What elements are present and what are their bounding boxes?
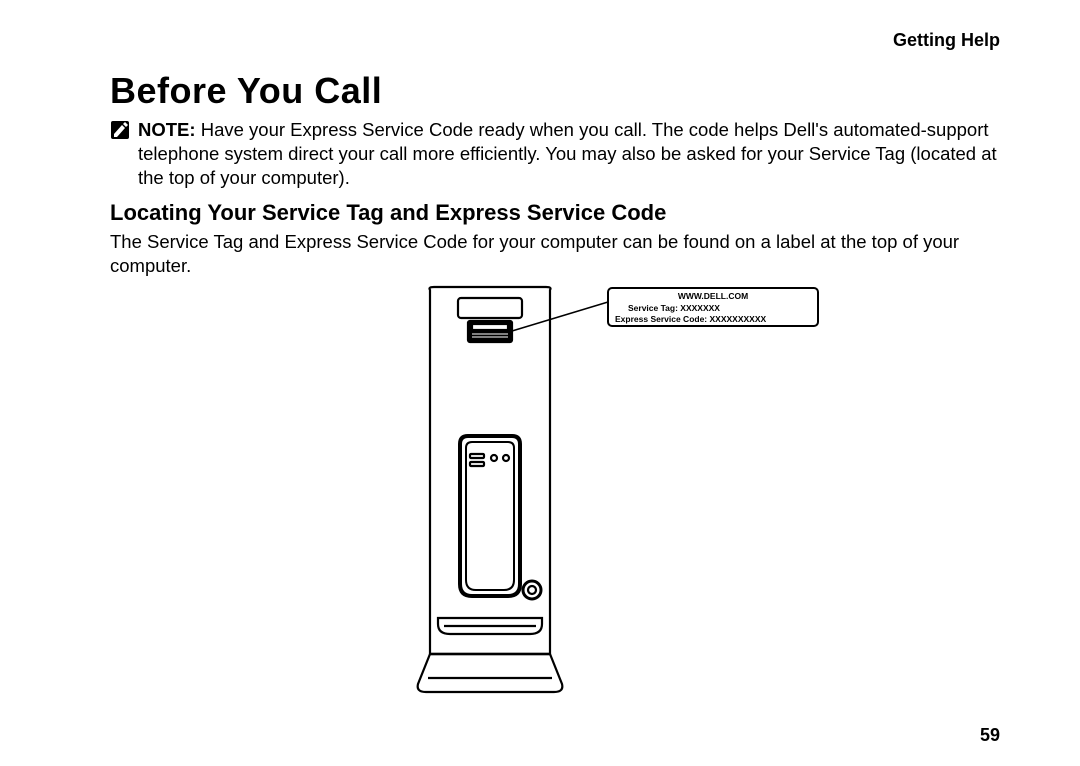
note-block: NOTE: Have your Express Service Code rea… <box>110 118 1000 190</box>
callout-line2: Service Tag: XXXXXXX <box>628 303 720 313</box>
note-icon <box>110 120 130 140</box>
service-tag-figure: WWW.DELL.COM Service Tag: XXXXXXX Expres… <box>110 284 1000 714</box>
subheading: Locating Your Service Tag and Express Se… <box>110 200 1000 226</box>
note-label: NOTE: <box>138 119 196 140</box>
page-number: 59 <box>980 725 1000 746</box>
page-title: Before You Call <box>110 70 1000 112</box>
note-body: Have your Express Service Code ready whe… <box>138 119 997 188</box>
callout-box: WWW.DELL.COM Service Tag: XXXXXXX Expres… <box>608 288 818 326</box>
callout-line3: Express Service Code: XXXXXXXXXX <box>615 314 767 324</box>
body-paragraph: The Service Tag and Express Service Code… <box>110 230 1000 278</box>
section-label: Getting Help <box>893 30 1000 51</box>
document-page: Getting Help Before You Call NOTE: Have … <box>0 0 1080 766</box>
callout-line1: WWW.DELL.COM <box>678 291 748 301</box>
note-text: NOTE: Have your Express Service Code rea… <box>138 118 1000 190</box>
